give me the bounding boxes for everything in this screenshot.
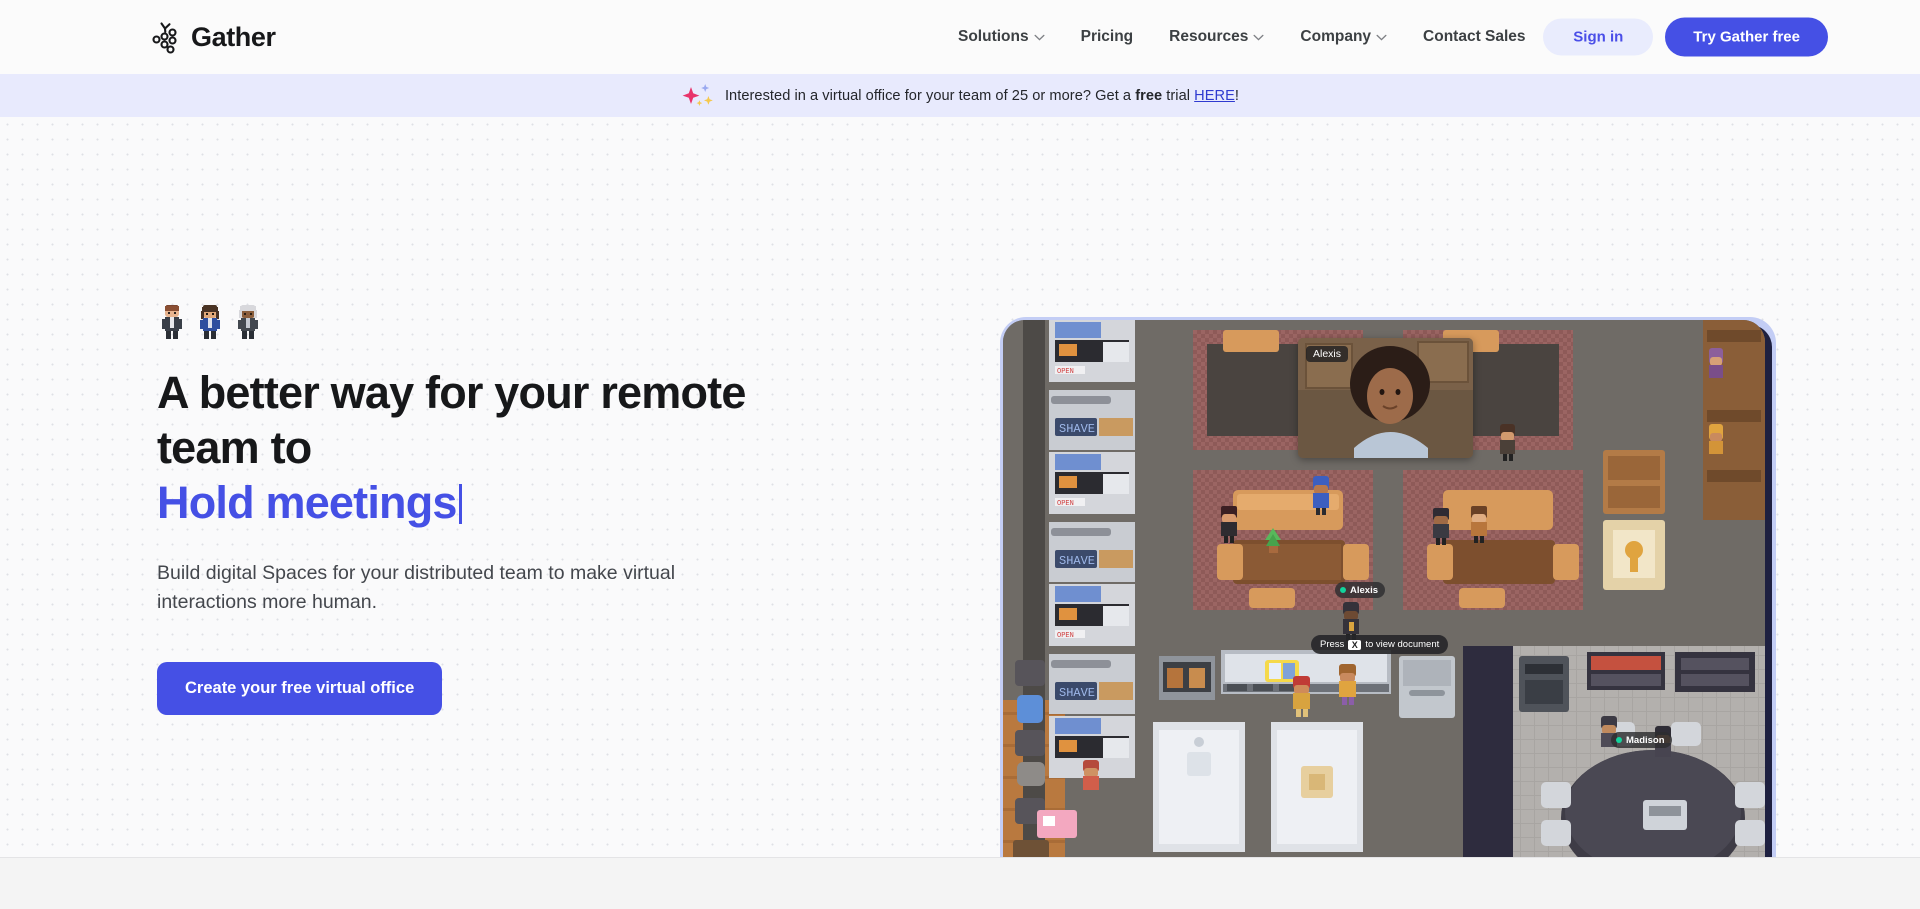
nav-item-pricing[interactable]: Pricing: [1063, 28, 1152, 46]
interaction-tooltip: Press X to view document: [1311, 635, 1449, 654]
tooltip-suffix: to view document: [1365, 639, 1440, 650]
hero-headline-line1: A better way for your remote team: [157, 367, 746, 473]
tooltip-prefix: Press: [1320, 639, 1345, 650]
create-free-virtual-office-button[interactable]: Create your free virtual office: [157, 661, 443, 715]
nav-item-resources-label: Resources: [1169, 28, 1249, 45]
svg-text:SHAVE: SHAVE: [1059, 422, 1095, 436]
video-call-tile[interactable]: Alexis: [1298, 338, 1473, 458]
top-navigation-bar: Gather Solutions Pricing Resources Compa…: [0, 0, 1920, 74]
nav-item-solutions-label: Solutions: [958, 28, 1029, 45]
nav-item-resources[interactable]: Resources: [1151, 28, 1282, 46]
chevron-down-icon: [1034, 34, 1045, 41]
nav-item-company[interactable]: Company: [1282, 28, 1405, 46]
chevron-down-icon: [1376, 34, 1387, 41]
typing-caret: [458, 483, 462, 524]
svg-text:SHAVE: SHAVE: [1059, 686, 1095, 700]
promo-banner-text: Interested in a virtual office for your …: [725, 88, 1239, 104]
promo-banner-link[interactable]: HERE: [1194, 88, 1235, 104]
nav-links: Solutions Pricing Resources Company Cont…: [940, 28, 1544, 46]
virtual-office-map-frame: OPEN SHAVE OPEN SHAVE OPEN SHAVE Alexis …: [1000, 317, 1776, 909]
svg-text:SHAVE: SHAVE: [1059, 554, 1095, 568]
avatar-character-3-icon: [238, 305, 258, 339]
gather-dots-logo-icon: [152, 22, 177, 54]
nav-item-company-label: Company: [1300, 28, 1372, 45]
try-gather-free-button[interactable]: Try Gather free: [1665, 17, 1828, 57]
nav-actions: Sign in Try Gather free: [1543, 17, 1828, 57]
brand-logo[interactable]: Gather: [148, 20, 276, 54]
virtual-office-map[interactable]: OPEN SHAVE OPEN SHAVE OPEN SHAVE Alexis …: [1003, 320, 1765, 909]
hero-headline-accent: Hold meetings: [157, 476, 457, 528]
promo-text-before: Interested in a virtual office for your …: [724, 87, 1136, 104]
avatar-group: [157, 302, 857, 340]
promo-banner[interactable]: Interested in a virtual office for your …: [0, 74, 1920, 117]
hero-headline-line2: to: [270, 421, 313, 473]
hero-headline: A better way for your remote team to Hol…: [157, 366, 857, 531]
hero-section: A better way for your remote team to Hol…: [0, 117, 1920, 909]
svg-text:OPEN: OPEN: [1057, 632, 1074, 640]
nav-item-contact-sales-label: Contact Sales: [1423, 28, 1526, 45]
tooltip-keycap: X: [1348, 639, 1362, 650]
hero-content: A better way for your remote team to Hol…: [157, 302, 857, 715]
nav-item-pricing-label: Pricing: [1080, 28, 1134, 45]
video-tile-name-label: Alexis: [1306, 346, 1349, 362]
landing-page: Gather Solutions Pricing Resources Compa…: [0, 0, 1920, 909]
nav-item-solutions[interactable]: Solutions: [940, 28, 1063, 46]
svg-text:OPEN: OPEN: [1057, 500, 1074, 508]
promo-text-middle: trial: [1162, 87, 1195, 104]
avatar-character-2-icon: [200, 305, 220, 339]
nav-item-contact-sales[interactable]: Contact Sales: [1405, 28, 1544, 46]
brand-name: Gather: [191, 21, 276, 52]
page-bottom-strip: [0, 858, 1920, 909]
promo-text-after: !: [1234, 87, 1240, 104]
chevron-down-icon: [1253, 34, 1264, 41]
sign-in-button[interactable]: Sign in: [1543, 18, 1654, 56]
avatar-character-1-icon: [162, 305, 182, 339]
sparkles-icon: [682, 83, 713, 106]
hero-headline-accent-wrap: Hold meetings: [157, 476, 857, 531]
promo-text-bold: free: [1135, 87, 1163, 104]
svg-text:OPEN: OPEN: [1057, 368, 1074, 376]
hero-subheadline: Build digital Spaces for your distribute…: [157, 561, 676, 614]
